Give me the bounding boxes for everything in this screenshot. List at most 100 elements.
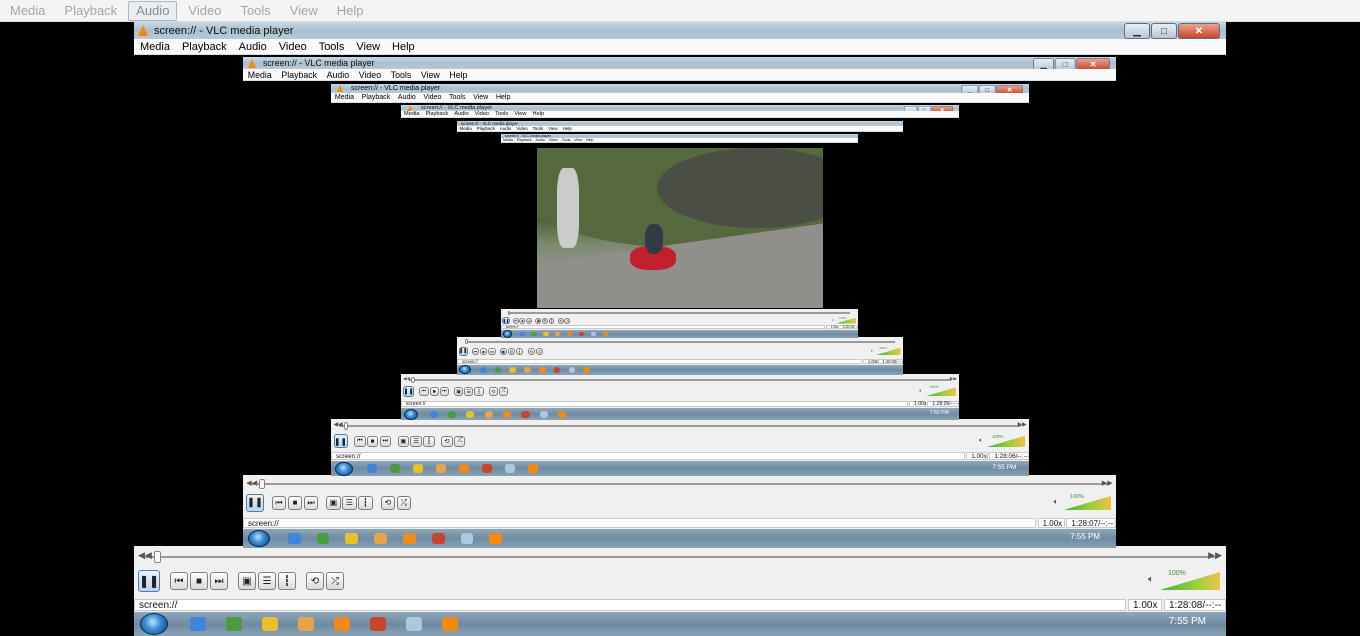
ie-icon[interactable] [190,617,206,631]
chrome-icon[interactable] [466,410,475,418]
menu-tools[interactable]: Tools [562,138,570,142]
speaker-icon[interactable]: 🔈︎ [979,437,983,445]
menu-help[interactable]: Help [449,70,467,80]
menu-help[interactable]: Help [392,41,415,53]
chrome-icon[interactable] [262,617,278,631]
menu-media[interactable]: Media [459,126,471,131]
menu-media[interactable]: Media [2,1,53,21]
skip-forward-icon[interactable]: ⏭ [303,495,319,511]
rewind-icon[interactable]: ◀◀ [246,478,257,487]
minimize-button[interactable]: ▁ [1124,23,1150,39]
shuffle-icon[interactable]: ⤮ [396,495,411,511]
chrome-extension-icon[interactable] [531,331,537,337]
volume-slider[interactable]: 100% [836,316,857,324]
seek-bar[interactable] [409,379,951,382]
skip-back-icon[interactable]: ⏮ [354,435,366,448]
menu-video[interactable]: Video [279,41,307,53]
menu-playback[interactable]: Playback [517,138,532,142]
ie-icon[interactable] [366,464,378,474]
equalizer-icon[interactable]: ┇ [278,572,296,590]
fullscreen-icon[interactable]: ▣ [499,347,507,356]
loop-icon[interactable]: ⟲ [527,347,535,356]
menu-video[interactable]: Video [516,126,527,131]
shuffle-icon[interactable]: ⤮ [535,347,544,356]
explorer-icon[interactable] [374,533,387,545]
skip-forward-icon[interactable]: ⏭ [439,387,449,397]
seek-bar[interactable] [509,312,850,315]
start-orb-icon[interactable] [247,529,271,548]
skip-back-icon[interactable]: ⏮ [512,317,519,324]
media-icon[interactable] [334,617,350,631]
explorer-icon[interactable] [435,464,447,474]
close-button[interactable]: ✕ [1178,23,1220,39]
menu-video[interactable]: Video [549,138,558,142]
menu-video[interactable]: Video [424,94,442,101]
volume-slider[interactable]: 100% [1160,570,1220,590]
loop-icon[interactable]: ⟲ [441,435,453,448]
menu-help[interactable]: Help [563,126,572,131]
window-icon[interactable] [460,533,474,545]
menu-tools[interactable]: Tools [319,41,345,53]
menu-media[interactable]: Media [140,41,170,53]
skip-back-icon[interactable]: ⏮ [170,572,188,590]
menu-view[interactable]: View [473,94,488,101]
seek-handle[interactable] [411,376,415,383]
menu-audio[interactable]: Audio [128,0,178,21]
menu-tools[interactable]: Tools [391,70,412,80]
skip-forward-icon[interactable]: ⏭ [379,435,392,448]
menu-audio[interactable]: Audio [239,41,267,53]
seek-handle[interactable] [343,422,349,430]
menu-playback[interactable]: Playback [425,111,448,117]
media-icon[interactable] [459,464,470,474]
seek-handle[interactable] [465,339,469,344]
stop-icon[interactable]: ■ [429,387,439,397]
speaker-icon[interactable]: 🔈︎ [832,318,834,322]
menu-playback[interactable]: Playback [362,94,391,101]
equalizer-icon[interactable]: ┇ [423,435,435,448]
menu-media[interactable]: Media [503,138,513,142]
maximize-button[interactable]: □ [1151,23,1177,39]
menu-help[interactable]: Help [496,94,510,101]
playlist-icon[interactable]: ☰ [342,495,357,511]
firefox-icon[interactable] [482,464,493,474]
window-icon[interactable] [505,464,516,474]
equalizer-icon[interactable]: ┇ [516,347,524,356]
stop-icon[interactable]: ■ [190,572,208,590]
loop-icon[interactable]: ⟲ [306,572,324,590]
playback-speed[interactable]: 1.00x [862,359,878,364]
fullscreen-icon[interactable]: ▣ [238,572,256,590]
fast-forward-icon[interactable]: ▶▶ [1018,422,1027,428]
menu-help[interactable]: Help [329,1,372,21]
menu-view[interactable]: View [548,126,558,131]
firefox-icon[interactable] [431,533,445,545]
menu-media[interactable]: Media [248,70,272,80]
skip-back-icon[interactable]: ⏮ [471,347,480,356]
menu-playback[interactable]: Playback [182,41,227,53]
pause-icon[interactable]: ❚❚ [502,316,510,325]
seek-bar[interactable] [142,556,1218,558]
menu-tools[interactable]: Tools [232,1,278,21]
fast-forward-icon[interactable]: ▶▶ [1208,550,1222,561]
menu-view[interactable]: View [356,41,380,53]
firefox-icon[interactable] [578,331,585,337]
pause-icon[interactable]: ❚❚ [458,346,468,356]
playlist-icon[interactable]: ☰ [258,572,276,590]
menu-audio[interactable]: Audio [454,111,468,117]
menu-video[interactable]: Video [475,111,489,117]
fast-forward-icon[interactable]: ▶▶ [950,376,957,382]
firefox-icon[interactable] [553,367,561,373]
seek-handle[interactable] [154,551,161,563]
menu-audio[interactable]: Audio [398,94,416,101]
menu-help[interactable]: Help [586,138,593,142]
rewind-icon[interactable]: ◀◀ [138,550,152,561]
pause-icon[interactable]: ❚❚ [246,494,264,512]
media-icon[interactable] [403,533,416,545]
shuffle-icon[interactable]: ⤮ [498,387,509,397]
menu-playback[interactable]: Playback [281,70,317,80]
loop-icon[interactable]: ⟲ [557,317,564,324]
ie-icon[interactable] [519,331,525,337]
menu-video[interactable]: Video [359,70,381,80]
speaker-icon[interactable]: 🔈︎ [871,348,873,353]
playback-speed[interactable]: 1.00x [1037,518,1065,528]
start-orb-icon[interactable] [459,365,471,375]
